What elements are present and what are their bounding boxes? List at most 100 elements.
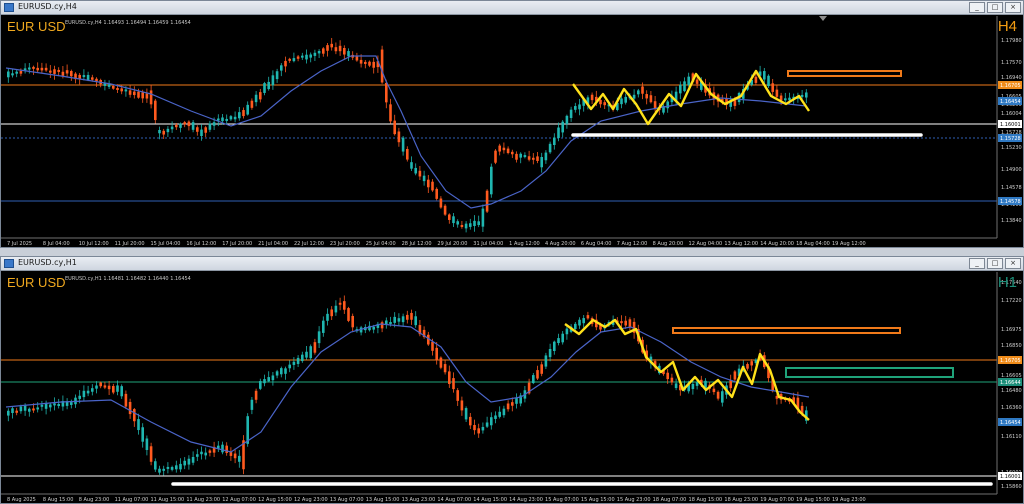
bullish-candle — [292, 361, 296, 365]
bullish-candle — [175, 465, 178, 470]
bearish-candle — [389, 104, 392, 122]
bullish-candle — [422, 175, 426, 182]
bullish-candle — [288, 364, 291, 369]
ohlc-readout: EURUSD.cy,H1 1.16481 1.16482 1.16440 1.1… — [65, 276, 191, 282]
bearish-candle — [716, 391, 720, 399]
bearish-candle — [250, 100, 254, 108]
bullish-candle — [767, 75, 770, 87]
bearish-candle — [431, 181, 434, 191]
maximize-icon[interactable]: □ — [987, 2, 1003, 13]
bearish-candle — [32, 66, 35, 69]
price-axis-label: 1.16004 — [1001, 111, 1022, 117]
bearish-candle — [330, 43, 333, 48]
chart-canvas-h4[interactable]: 1.179801.175701.169401.167051.166051.162… — [1, 16, 1023, 247]
time-axis-label: 11 Aug 07:00 — [115, 497, 149, 503]
bullish-candle — [624, 96, 627, 103]
bullish-candle — [154, 461, 157, 470]
bearish-candle — [380, 49, 384, 83]
bearish-candle — [95, 78, 98, 82]
price-chart-h1[interactable]: 1.175401.172201.169751.168501.167251.166… — [1, 272, 1023, 503]
bullish-candle — [187, 458, 191, 465]
price-chart-h4[interactable]: 1.179801.175701.169401.167051.166051.162… — [1, 16, 1023, 247]
window-title: EURUSD.cy,H4 — [18, 2, 77, 11]
time-axis-label: 7 Aug 12:00 — [617, 241, 648, 247]
resistance-zone-box — [787, 70, 902, 77]
bullish-candle — [301, 55, 304, 58]
bearish-candle — [435, 347, 438, 361]
bullish-candle — [456, 221, 459, 225]
bullish-candle — [784, 98, 787, 101]
bearish-candle — [162, 130, 165, 135]
bearish-candle — [410, 312, 413, 320]
bullish-candle — [666, 101, 669, 109]
bearish-candle — [334, 47, 338, 52]
price-tag-label: 1.16001 — [1000, 122, 1021, 128]
time-axis-label: 12 Aug 07:00 — [222, 497, 256, 503]
bullish-candle — [57, 403, 60, 406]
bullish-candle — [414, 316, 417, 326]
bearish-candle — [515, 153, 518, 160]
bearish-candle — [532, 157, 535, 160]
chart-shift-marker-icon[interactable] — [819, 16, 827, 21]
bullish-candle — [679, 84, 682, 94]
bullish-candle — [557, 127, 560, 138]
bullish-candle — [250, 399, 254, 410]
bullish-candle — [11, 73, 14, 76]
bullish-candle — [267, 81, 270, 90]
time-axis-label: 11 Aug 23:00 — [186, 497, 220, 503]
bearish-candle — [372, 61, 375, 68]
chart-canvas-h1[interactable]: 1.175401.172201.169751.168501.167251.166… — [1, 272, 1023, 503]
bullish-candle — [691, 383, 695, 390]
chart-window-h1[interactable]: EURUSD.cy,H1 _ □ × 1.17540 1.17220 1.16975… — [0, 256, 1024, 504]
bullish-candle — [548, 143, 552, 153]
time-axis-label: 13 Aug 07:00 — [330, 497, 364, 503]
time-axis-label: 8 Aug 15:00 — [43, 497, 74, 503]
bearish-candle — [653, 101, 657, 109]
bullish-candle — [805, 92, 808, 98]
bearish-candle — [112, 386, 115, 393]
bearish-candle — [502, 147, 506, 151]
bullish-candle — [11, 408, 14, 414]
bullish-candle — [544, 355, 548, 367]
bearish-candle — [511, 402, 514, 406]
bearish-candle — [385, 82, 388, 103]
time-axis-label: 19 Aug 07:00 — [760, 497, 794, 503]
bullish-candle — [200, 451, 203, 455]
bullish-candle — [494, 415, 497, 419]
bearish-candle — [141, 92, 144, 99]
minimize-icon[interactable]: _ — [969, 258, 985, 269]
close-icon[interactable]: × — [1005, 2, 1021, 13]
ohlc-readout: EURUSD.cy,H4 1.16493 1.16494 1.16459 1.1… — [65, 20, 191, 26]
time-axis-label: 31 Jul 04:00 — [473, 241, 503, 247]
bullish-candle — [36, 407, 39, 410]
window-titlebar[interactable]: EURUSD.cy,H1 _ □ × — [1, 257, 1023, 271]
close-icon[interactable]: × — [1005, 258, 1021, 269]
window-titlebar[interactable]: EURUSD.cy,H4 _ □ × — [1, 1, 1023, 15]
minimize-icon[interactable]: _ — [969, 2, 985, 13]
bearish-candle — [99, 382, 102, 387]
chart-window-h4[interactable]: EURUSD.cy,H4 _ □ × 1.17980 1.17570 1.16940… — [0, 0, 1024, 248]
price-axis-label: 1.16940 — [1001, 75, 1022, 81]
bearish-candle — [540, 364, 543, 374]
bullish-candle — [637, 90, 640, 95]
bullish-candle — [334, 305, 338, 313]
bullish-candle — [296, 357, 300, 364]
bearish-candle — [477, 428, 480, 434]
bullish-candle — [246, 104, 249, 115]
bullish-candle — [212, 122, 216, 126]
bearish-candle — [128, 401, 132, 415]
bullish-candle — [275, 371, 279, 376]
bullish-candle — [305, 54, 308, 60]
bullish-candle — [490, 166, 493, 195]
window-title: EURUSD.cy,H1 — [18, 258, 77, 267]
bullish-candle — [23, 405, 27, 411]
maximize-icon[interactable]: □ — [987, 258, 1003, 269]
bearish-candle — [284, 60, 287, 67]
bullish-candle — [82, 75, 86, 78]
bearish-candle — [112, 85, 115, 89]
bearish-candle — [670, 377, 674, 383]
bullish-candle — [170, 126, 174, 130]
bearish-candle — [443, 364, 447, 373]
time-axis-label: 7 Jul 2025 — [7, 241, 32, 247]
price-axis-label: 1.16975 — [1001, 327, 1022, 333]
